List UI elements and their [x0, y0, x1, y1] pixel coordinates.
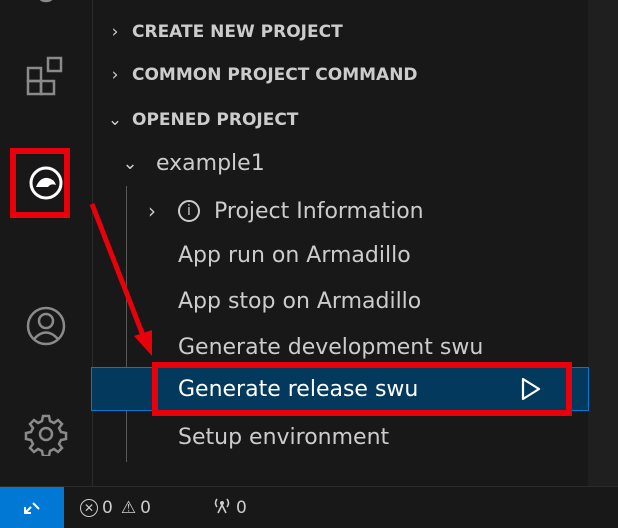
remote-indicator[interactable]: [0, 487, 64, 528]
warning-icon: ⚠: [120, 497, 137, 518]
remote-icon: [24, 501, 40, 514]
ports-count: 0: [236, 497, 247, 518]
problems-indicator[interactable]: ✕ 0 ⚠ 0: [80, 487, 151, 528]
error-icon: ✕: [80, 498, 98, 517]
broadcast-icon: [212, 495, 232, 520]
ports-indicator[interactable]: 0: [212, 487, 247, 528]
status-bar: ✕ 0 ⚠ 0 0: [0, 486, 618, 528]
annotation-arrow: [89, 203, 152, 356]
warning-count: 0: [140, 497, 151, 518]
error-count: 0: [102, 497, 113, 518]
